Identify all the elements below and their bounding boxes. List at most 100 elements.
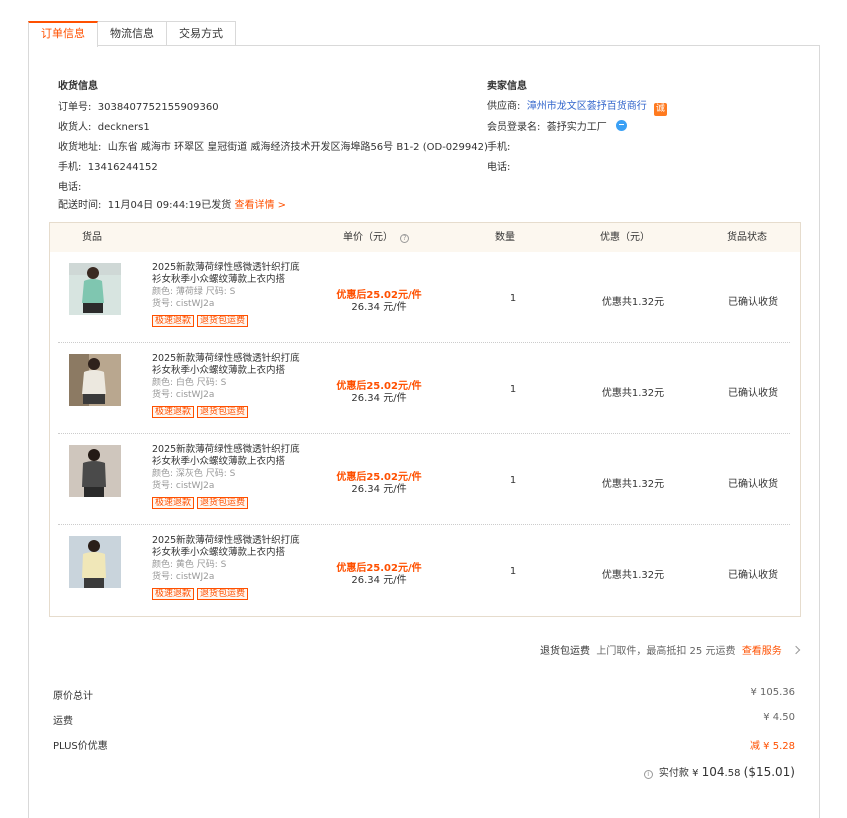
plus-discount-row: PLUS价优惠 减 ¥ 5.28 (53, 737, 795, 752)
buyer-phone: 13416244152 (87, 162, 158, 173)
header-price: 单价（元） ? (343, 223, 410, 252)
seller-phone-row: 手机: (487, 138, 510, 153)
fast-refund-tag: 极速退款 (152, 406, 195, 418)
service-tags: 极速退款 退货包运费 (152, 588, 249, 600)
product-color-size: 颜色: 薄荷绿 尺码: S (152, 287, 236, 297)
return-shipping-tag: 退货包运费 (197, 497, 249, 509)
header-goods: 货品 (82, 232, 102, 243)
product-thumbnail[interactable] (69, 445, 121, 497)
product-thumbnail[interactable] (69, 536, 121, 588)
cheng-badge-icon: 诚 (653, 103, 667, 116)
chevron-right-icon[interactable] (791, 645, 801, 655)
help-icon[interactable]: ? (400, 234, 410, 243)
plus-discount-label: PLUS价优惠 (53, 741, 108, 752)
buyer-tel-row: 电话: (58, 178, 81, 193)
wangwang-chat-icon[interactable] (615, 120, 627, 131)
supplier-row: 供应商: 漳州市龙文区荟抒百货商行 诚 (487, 97, 667, 116)
paid-total: i 实付款 ¥ 104.58 ($15.01) (643, 764, 795, 779)
product-name[interactable]: 2025新款薄荷绿性感微透针织打底衫女秋季小众螺纹薄款上衣内搭 (152, 444, 307, 468)
product-name[interactable]: 2025新款薄荷绿性感微透针织打底衫女秋季小众螺纹薄款上衣内搭 (152, 353, 307, 377)
discount: 优惠共1.32元 (601, 570, 665, 581)
product-photo-icon (69, 536, 121, 588)
plus-discount-value: 减 ¥ 5.28 (750, 741, 795, 752)
unit-price: 26.34 元/件 (351, 393, 407, 404)
receiver-row: 收货人: deckners1 (58, 118, 150, 133)
goods-status: 已确认收货 (728, 297, 778, 308)
fast-refund-tag: 极速退款 (152, 588, 195, 600)
product-name[interactable]: 2025新款薄荷绿性感微透针织打底衫女秋季小众螺纹薄款上衣内搭 (152, 262, 307, 286)
header-qty: 数量 (495, 232, 515, 243)
product-photo-icon (69, 445, 121, 497)
discount: 优惠共1.32元 (601, 479, 665, 490)
unit-price: 26.34 元/件 (351, 575, 407, 586)
discount: 优惠共1.32元 (601, 297, 665, 308)
tab-payment[interactable]: 交易方式 (166, 21, 236, 46)
header-price-label: 单价（元） (343, 232, 393, 243)
return-service-title: 退货包运费 (540, 646, 590, 657)
product-sku: 货号: cistWJ2a (152, 299, 215, 309)
member-name: 荟抒实力工厂 (546, 122, 607, 133)
supplier-link[interactable]: 漳州市龙文区荟抒百货商行 (527, 101, 647, 112)
tab-bar: 订单信息 物流信息 交易方式 (28, 21, 236, 47)
product-sku: 货号: cistWJ2a (152, 572, 215, 582)
paid-amount-decimal: .58 (724, 768, 741, 779)
tab-logistics[interactable]: 物流信息 (97, 21, 167, 46)
seller-phone-label: 手机: (487, 142, 511, 153)
service-tags: 极速退款 退货包运费 (152, 497, 249, 509)
quantity: 1 (509, 475, 517, 486)
buyer-section-title: 收货信息 (58, 81, 98, 92)
buyer-tel-label: 电话: (58, 182, 82, 193)
goods-table: 货品 单价（元） ? 数量 优惠（元） 货品状态 2025新款薄荷绿性感微透针织… (49, 222, 801, 617)
table-row: 2025新款薄荷绿性感微透针织打底衫女秋季小众螺纹薄款上衣内搭 颜色: 黄色 尺… (58, 525, 790, 616)
paid-amount-usd: ($15.01) (743, 765, 795, 779)
delivery-row: 配送时间: 11月04日 09:44:19已发货 查看详情 > (58, 196, 286, 211)
order-number: 3038407752155909360 (97, 102, 219, 113)
product-photo-icon (69, 354, 121, 406)
quantity: 1 (509, 293, 517, 304)
seller-section-title: 卖家信息 (487, 81, 527, 92)
table-header: 货品 单价（元） ? 数量 优惠（元） 货品状态 (50, 223, 800, 252)
product-photo-icon (69, 263, 121, 315)
paid-amount-main: 104 (701, 765, 725, 779)
unit-price: 26.34 元/件 (351, 484, 407, 495)
quantity: 1 (509, 384, 517, 395)
buyer-phone-row: 手机: 13416244152 (58, 158, 158, 173)
goods-status: 已确认收货 (728, 479, 778, 490)
return-service-desc: 上门取件，最高抵扣 25 元运费 (596, 646, 736, 657)
table-row: 2025新款薄荷绿性感微透针织打底衫女秋季小众螺纹薄款上衣内搭 颜色: 薄荷绿 … (58, 252, 790, 343)
product-color-size: 颜色: 黄色 尺码: S (152, 560, 227, 570)
info-icon[interactable]: i (643, 770, 653, 779)
shipping-row: 运费 ¥ 4.50 (53, 712, 795, 727)
header-discount: 优惠（元） (600, 232, 650, 243)
unit-price: 26.34 元/件 (351, 302, 407, 313)
view-service-link[interactable]: 查看服务 (742, 646, 782, 657)
supplier-label: 供应商: (487, 101, 521, 112)
address-value: 山东省 威海市 环翠区 皇冠街道 威海经济技术开发区海埠路56号 B1-2 (O… (107, 142, 488, 153)
member-label: 会员登录名: (487, 122, 541, 133)
address-row: 收货地址: 山东省 威海市 环翠区 皇冠街道 威海经济技术开发区海埠路56号 B… (58, 138, 488, 153)
product-sku: 货号: cistWJ2a (152, 481, 215, 491)
fast-refund-tag: 极速退款 (152, 315, 195, 327)
product-thumbnail[interactable] (69, 263, 121, 315)
tab-order-info[interactable]: 订单信息 (28, 21, 98, 47)
shipping-value: ¥ 4.50 (763, 712, 795, 723)
product-name[interactable]: 2025新款薄荷绿性感微透针织打底衫女秋季小众螺纹薄款上衣内搭 (152, 535, 307, 559)
delivery-time: 11月04日 09:44:19已发货 (107, 200, 232, 211)
discount: 优惠共1.32元 (601, 388, 665, 399)
original-total-value: ¥ 105.36 (750, 687, 795, 698)
seller-tel-row: 电话: (487, 158, 510, 173)
header-status: 货品状态 (727, 232, 767, 243)
order-panel: 收货信息 订单号: 3038407752155909360 收货人: deckn… (28, 45, 820, 818)
buyer-phone-label: 手机: (58, 162, 82, 173)
fast-refund-tag: 极速退款 (152, 497, 195, 509)
product-thumbnail[interactable] (69, 354, 121, 406)
view-details-link[interactable]: 查看详情 > (234, 200, 286, 211)
goods-status: 已确认收货 (728, 388, 778, 399)
delivery-label: 配送时间: (58, 200, 102, 211)
service-tags: 极速退款 退货包运费 (152, 315, 249, 327)
seller-tel-label: 电话: (487, 162, 511, 173)
service-tags: 极速退款 退货包运费 (152, 406, 249, 418)
shipping-label: 运费 (53, 716, 73, 727)
order-number-row: 订单号: 3038407752155909360 (58, 98, 219, 113)
return-service-line: 退货包运费 上门取件，最高抵扣 25 元运费 查看服务 (540, 642, 801, 657)
